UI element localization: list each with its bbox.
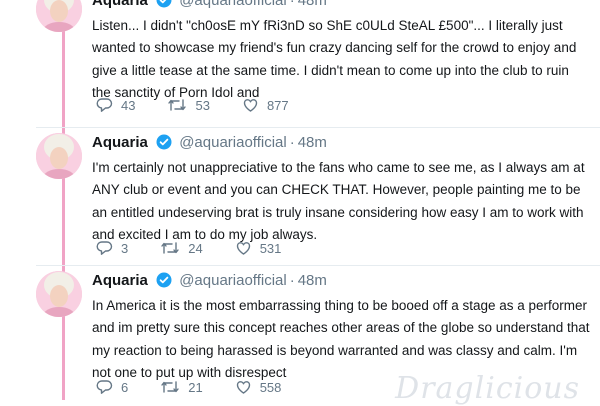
watermark-logo: Draglicious	[395, 371, 580, 406]
user-handle[interactable]: @aquariaofficial	[179, 272, 287, 289]
retweet-button[interactable]: 21	[160, 379, 203, 395]
retweet-button[interactable]: 53	[167, 97, 210, 113]
reply-icon	[96, 380, 113, 394]
like-icon	[236, 242, 250, 255]
display-name[interactable]: Aquaria	[92, 272, 148, 289]
like-icon	[236, 381, 250, 394]
tweet-divider	[36, 265, 600, 266]
user-handle[interactable]: @aquariaofficial	[179, 134, 287, 151]
like-count: 877	[266, 97, 289, 113]
timestamp[interactable]: 48m	[298, 134, 327, 151]
separator-dot: ·	[289, 134, 295, 151]
like-icon	[243, 99, 258, 112]
avatar-image	[36, 0, 82, 32]
reply-count: 43	[121, 97, 136, 113]
tweet-header: Aquaria @aquariaofficial · 48m	[92, 134, 590, 155]
separator-dot: ·	[289, 272, 295, 289]
display-name[interactable]: Aquaria	[92, 0, 148, 9]
retweet-icon	[168, 99, 187, 111]
verified-badge-icon	[156, 134, 172, 155]
like-count: 531	[259, 240, 282, 256]
reply-button[interactable]: 6	[96, 379, 128, 395]
reply-count: 3	[121, 240, 129, 256]
separator-dot: ·	[289, 0, 295, 9]
thread-connector-line	[62, 0, 65, 400]
avatar[interactable]	[36, 271, 82, 317]
tweet-header: Aquaria @aquariaofficial · 48m	[92, 0, 590, 13]
tweet-text: I'm certainly not unappreciative to the …	[92, 160, 585, 243]
tweet-divider	[36, 127, 600, 128]
avatar[interactable]	[36, 0, 82, 32]
like-button[interactable]: 531	[235, 240, 282, 256]
verified-badge-icon	[156, 0, 172, 13]
reply-button[interactable]: 43	[96, 97, 135, 113]
display-name[interactable]: Aquaria	[92, 134, 148, 151]
verified-badge-icon	[156, 272, 172, 293]
reply-icon	[96, 98, 113, 112]
like-button[interactable]: 877	[242, 97, 289, 113]
reply-icon	[96, 241, 113, 255]
retweet-count: 21	[188, 379, 203, 395]
reply-button[interactable]: 3	[96, 240, 128, 256]
timestamp[interactable]: 48m	[298, 0, 327, 9]
like-count: 558	[259, 379, 282, 395]
reply-count: 6	[121, 379, 129, 395]
retweet-icon	[161, 381, 179, 393]
avatar-image	[36, 133, 82, 179]
retweet-count: 24	[188, 240, 203, 256]
retweet-button[interactable]: 24	[160, 240, 203, 256]
retweet-icon	[161, 242, 179, 254]
like-button[interactable]: 558	[235, 379, 282, 395]
avatar-image	[36, 271, 82, 317]
retweet-count: 53	[195, 97, 210, 113]
avatar[interactable]	[36, 133, 82, 179]
tweet-text: Listen... I didn't "ch0osE mY fRi3nD so …	[92, 18, 577, 101]
user-handle[interactable]: @aquariaofficial	[179, 0, 287, 9]
timestamp[interactable]: 48m	[298, 272, 327, 289]
tweet-header: Aquaria @aquariaofficial · 48m	[92, 272, 590, 293]
